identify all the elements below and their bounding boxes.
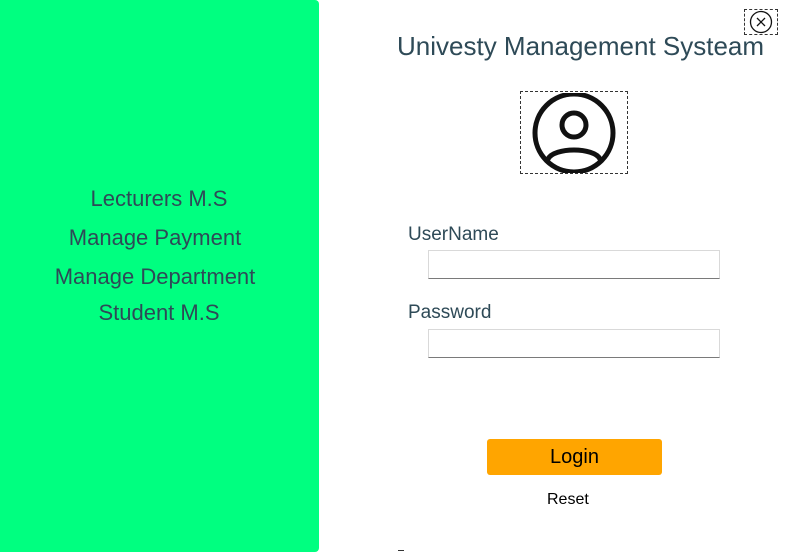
close-circle-icon [749, 10, 773, 34]
sidebar-item-payment[interactable]: Manage Payment [0, 225, 310, 251]
reset-button[interactable]: Reset [547, 491, 589, 509]
app-title: Univesty Management Systeam [397, 31, 765, 61]
sidebar: Lecturers M.S Manage Payment Manage Depa… [0, 0, 319, 552]
username-field[interactable] [428, 250, 720, 279]
close-button[interactable] [744, 9, 778, 35]
login-window: Lecturers M.S Manage Payment Manage Depa… [0, 0, 798, 553]
user-avatar-icon [532, 92, 616, 173]
sidebar-item-lecturers[interactable]: Lecturers M.S [4, 186, 314, 212]
password-field[interactable] [428, 329, 720, 358]
avatar [520, 91, 628, 174]
sidebar-item-student[interactable]: Student M.S [4, 300, 314, 326]
username-label: UserName [408, 224, 499, 245]
divider [398, 550, 404, 551]
sidebar-item-department[interactable]: Manage Department [0, 264, 310, 290]
password-label: Password [408, 302, 492, 323]
login-button[interactable]: Login [487, 439, 662, 475]
